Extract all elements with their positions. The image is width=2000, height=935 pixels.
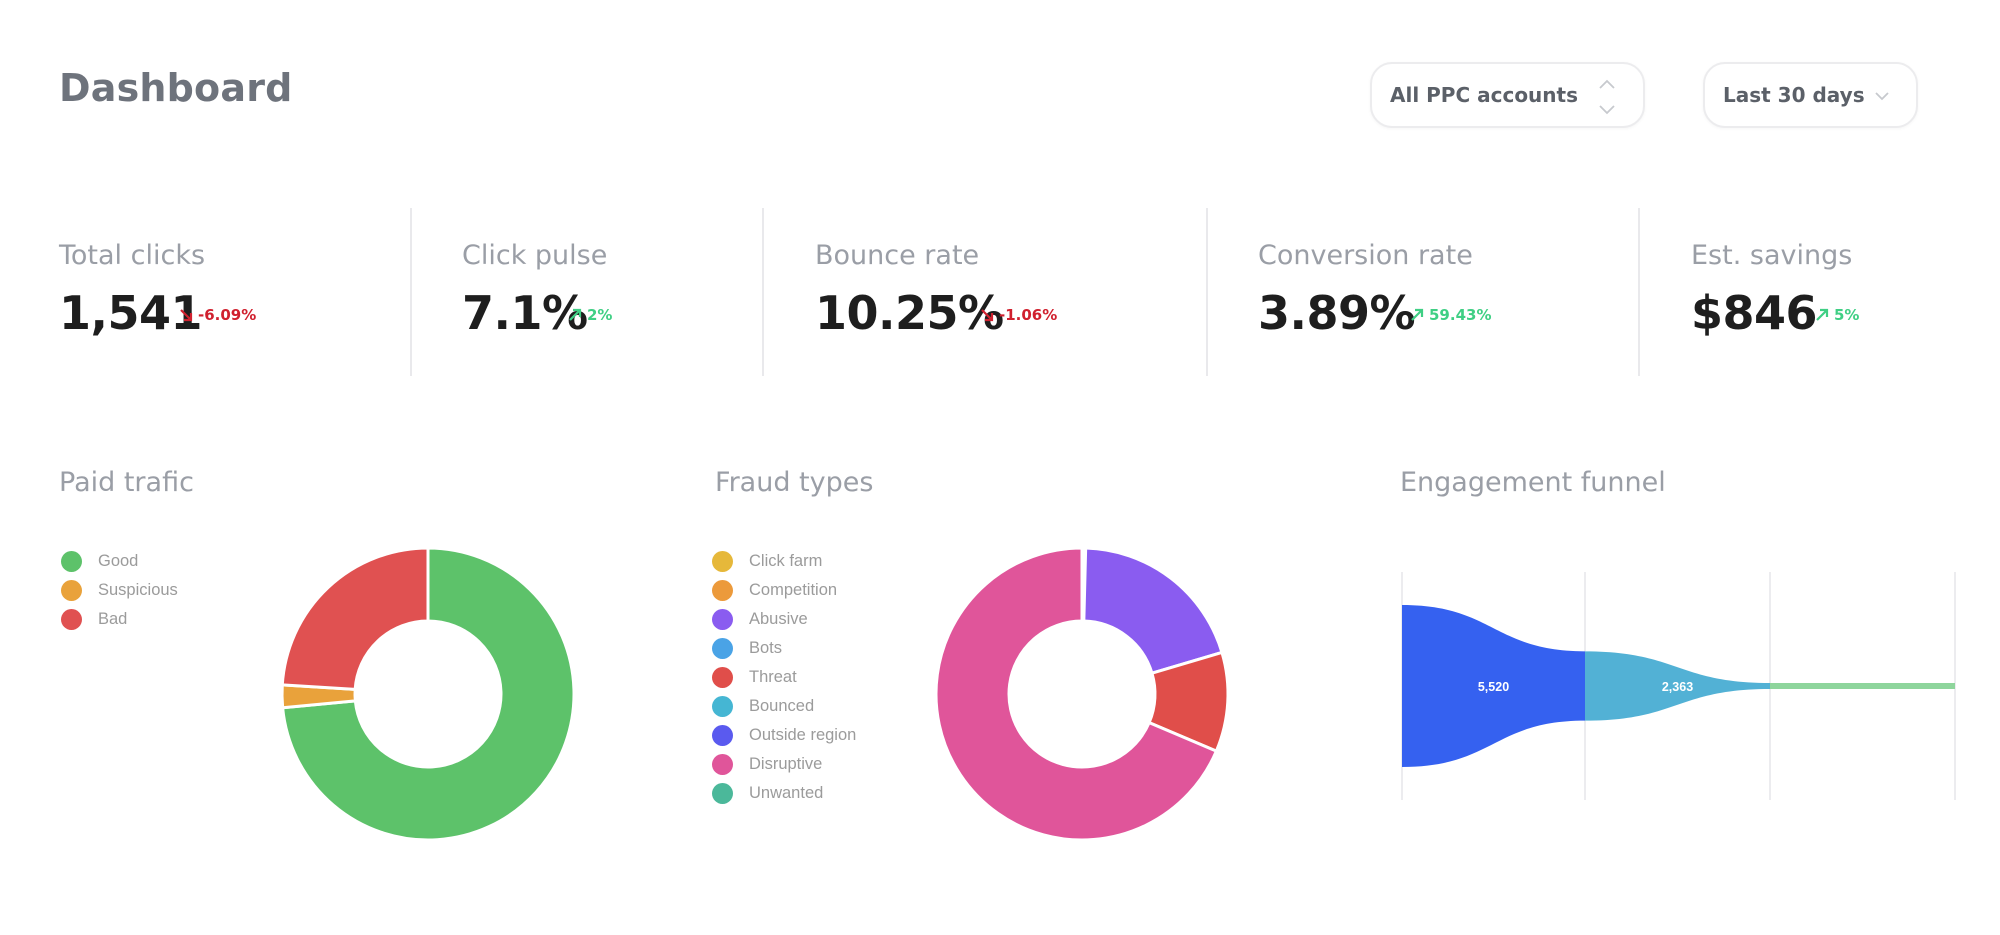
donut-slice-abusive[interactable]	[1082, 546, 1224, 675]
legend-label: Abusive	[749, 610, 808, 628]
legend-label: Bad	[98, 610, 128, 628]
ppc-accounts-select-value: All PPC accounts	[1390, 83, 1578, 107]
legend-item-bad[interactable]: Bad	[61, 605, 178, 634]
chevron-down-icon	[1875, 92, 1889, 101]
kpi-value: $846	[1691, 286, 1818, 340]
engagement-funnel-title: Engagement funnel	[1400, 467, 1666, 498]
legend-item-outside-region[interactable]: Outside region	[712, 721, 856, 750]
chevron-up-down-icon	[1599, 79, 1615, 115]
funnel-stage-label: 5,520	[1478, 680, 1509, 694]
arrow-down-right-icon	[981, 309, 994, 322]
kpi-delta-value: 5%	[1834, 306, 1860, 324]
paid-traffic-title: Paid trafic	[59, 467, 194, 498]
kpi-divider	[1638, 208, 1640, 376]
date-range-select-value: Last 30 days	[1723, 83, 1865, 107]
legend-dot	[712, 551, 733, 572]
legend-item-abusive[interactable]: Abusive	[712, 605, 856, 634]
legend-item-good[interactable]: Good	[61, 547, 178, 576]
kpi-delta: 59.43%	[1410, 306, 1491, 324]
engagement-funnel-chart: 5,520 2,363	[1401, 572, 1956, 800]
legend-label: Outside region	[749, 726, 857, 744]
legend-dot	[712, 638, 733, 659]
kpi-divider	[1206, 208, 1208, 376]
fraud-types-title: Fraud types	[715, 467, 874, 498]
ppc-accounts-select[interactable]: All PPC accounts	[1370, 62, 1645, 128]
legend-dot	[712, 609, 733, 630]
fraud-types-legend: Click farm Competition Abusive Bots Threat Bo…	[712, 547, 856, 808]
page-title: Dashboard	[59, 66, 293, 110]
kpi-delta-value: 2%	[587, 306, 613, 324]
legend-label: Threat	[749, 668, 797, 686]
arrow-up-right-icon	[1816, 308, 1829, 321]
legend-item-threat[interactable]: Threat	[712, 663, 856, 692]
kpi-delta-value: -1.06%	[999, 306, 1058, 324]
legend-dot	[61, 609, 82, 630]
legend-label: Competition	[749, 581, 838, 599]
kpi-divider	[410, 208, 412, 376]
arrow-down-right-icon	[180, 309, 193, 322]
paid-traffic-legend: Good Suspicious Bad	[61, 547, 178, 634]
kpi-delta-value: -6.09%	[198, 306, 257, 324]
legend-item-bots[interactable]: Bots	[712, 634, 856, 663]
kpi-divider	[762, 208, 764, 376]
legend-dot	[712, 783, 733, 804]
donut-slice-bad[interactable]	[280, 546, 430, 691]
legend-label: Bots	[749, 639, 783, 657]
kpi-label: Conversion rate	[1258, 240, 1473, 271]
kpi-delta: -1.06%	[980, 306, 1057, 324]
legend-item-competition[interactable]: Competition	[712, 576, 856, 605]
legend-dot	[712, 580, 733, 601]
legend-label: Suspicious	[98, 581, 178, 599]
legend-item-suspicious[interactable]: Suspicious	[61, 576, 178, 605]
kpi-label: Click pulse	[462, 240, 608, 271]
kpi-delta: -6.09%	[179, 306, 256, 324]
arrow-up-right-icon	[569, 308, 582, 321]
legend-label: Click farm	[749, 552, 823, 570]
legend-dot	[61, 551, 82, 572]
legend-label: Unwanted	[749, 784, 824, 802]
legend-dot	[712, 725, 733, 746]
paid-traffic-donut	[280, 546, 576, 842]
date-range-select[interactable]: Last 30 days	[1703, 62, 1918, 128]
legend-dot	[712, 696, 733, 717]
legend-dot	[61, 580, 82, 601]
legend-label: Bounced	[749, 697, 815, 715]
legend-item-click-farm[interactable]: Click farm	[712, 547, 856, 576]
fraud-types-donut	[934, 546, 1230, 842]
legend-item-bounced[interactable]: Bounced	[712, 692, 856, 721]
arrow-up-right-icon	[1411, 308, 1424, 321]
legend-item-unwanted[interactable]: Unwanted	[712, 779, 856, 808]
kpi-label: Bounce rate	[815, 240, 980, 271]
kpi-delta: 5%	[1815, 306, 1859, 324]
legend-label: Disruptive	[749, 755, 823, 773]
legend-dot	[712, 667, 733, 688]
kpi-delta-value: 59.43%	[1429, 306, 1492, 324]
kpi-label: Total clicks	[59, 240, 206, 271]
kpi-label: Est. savings	[1691, 240, 1853, 271]
legend-dot	[712, 754, 733, 775]
funnel-stage-label: 2,363	[1662, 680, 1693, 694]
kpi-value: 10.25%	[815, 286, 1004, 340]
legend-item-disruptive[interactable]: Disruptive	[712, 750, 856, 779]
funnel-stage-3[interactable]	[1770, 683, 1955, 689]
kpi-value: 3.89%	[1258, 286, 1416, 340]
legend-label: Good	[98, 552, 139, 570]
kpi-delta: 2%	[568, 306, 612, 324]
